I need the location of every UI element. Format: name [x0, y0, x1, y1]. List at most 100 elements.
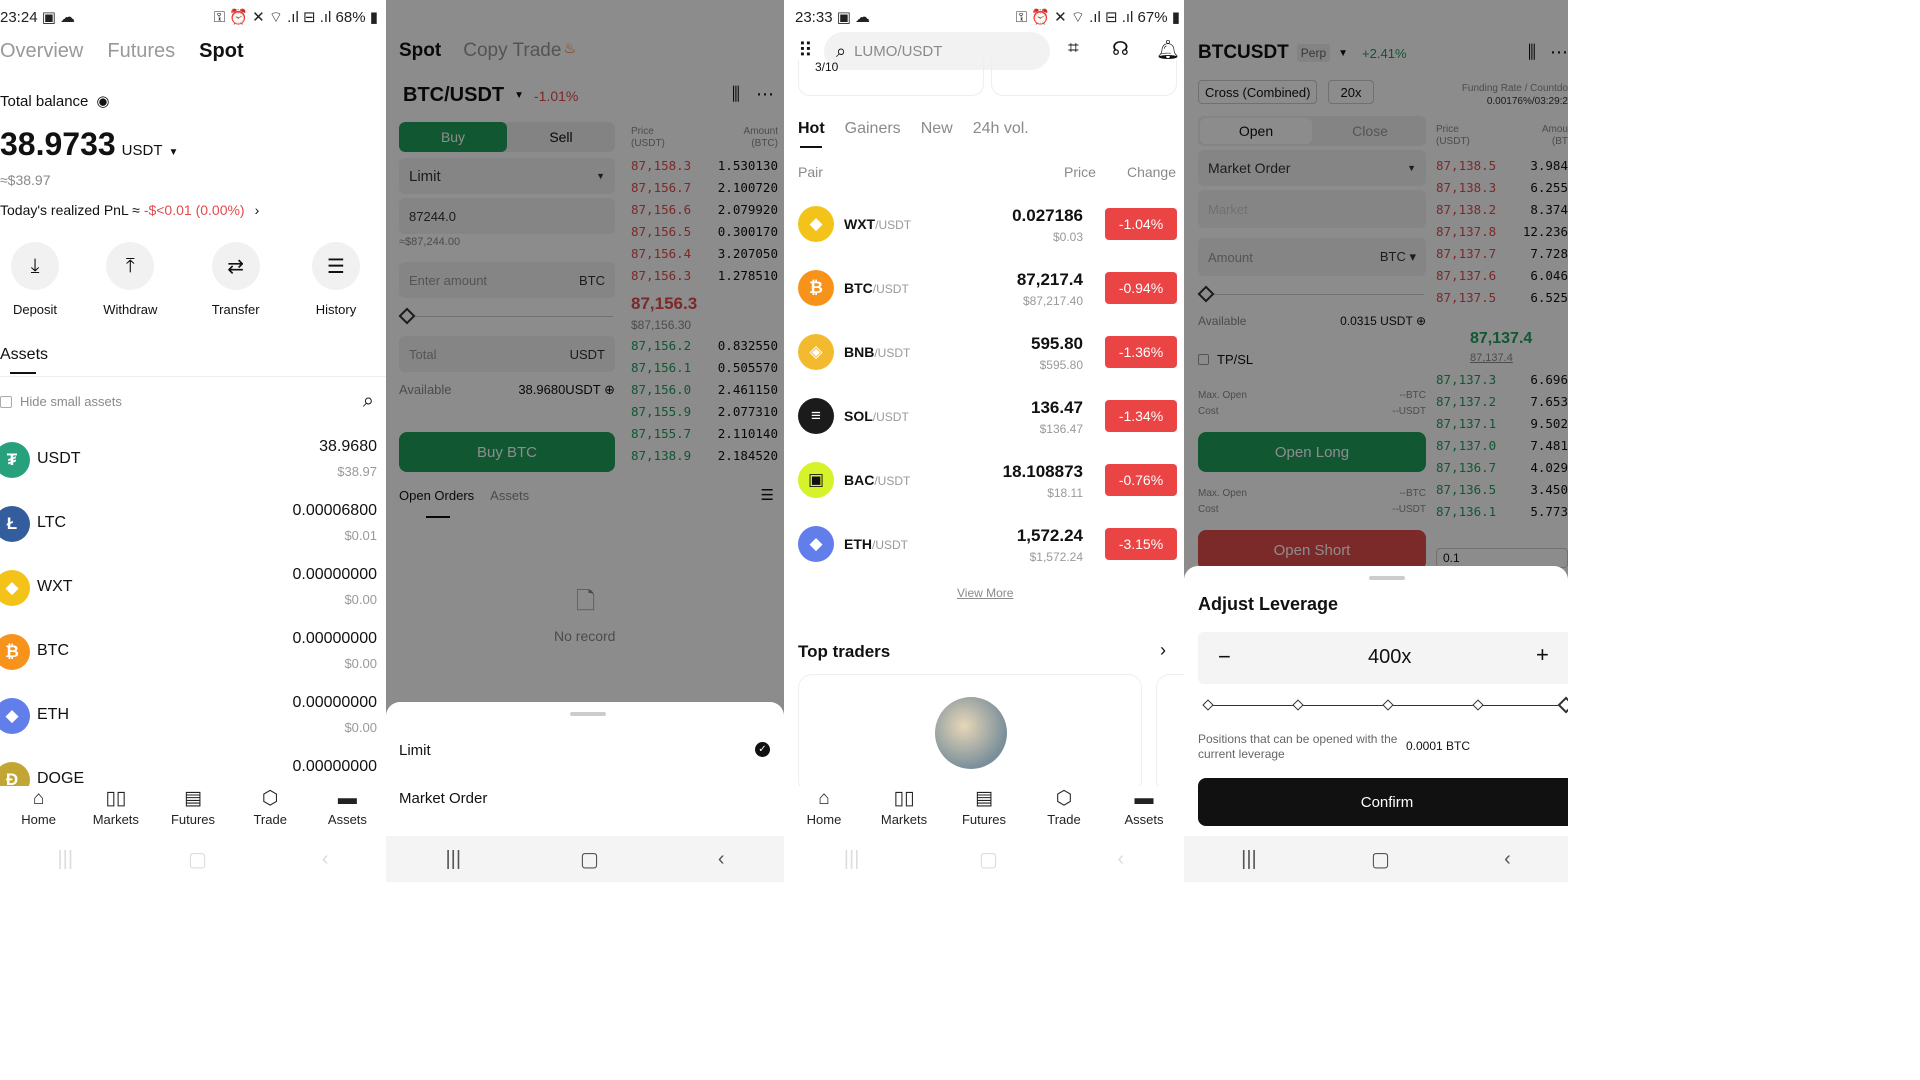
coin-icon: ◆ — [0, 570, 30, 606]
sheet-option-limit-label: Limit — [399, 742, 431, 759]
asset-row[interactable]: ₿ BTC 0.00000000 $0.00 — [0, 622, 386, 686]
nav-futures[interactable]: ▤ Futures — [944, 786, 1024, 836]
leverage-slider[interactable] — [1202, 696, 1568, 714]
home-button-icon[interactable]: ▢ — [188, 847, 207, 872]
battery-icon: ▮ — [1171, 9, 1180, 26]
nav-assets[interactable]: ▬ Assets — [309, 786, 386, 836]
back-icon[interactable]: ‹ — [322, 848, 329, 871]
tab-hot[interactable]: Hot — [798, 120, 825, 138]
sheet-option-market[interactable]: Market Order — [399, 790, 487, 807]
market-row[interactable]: ◈ BNB/USDT 595.80 $595.80 -1.36% — [798, 320, 1177, 384]
bell-icon[interactable]: 🔔︎ — [1156, 38, 1180, 62]
confirm-button[interactable]: Confirm — [1198, 778, 1568, 826]
system-nav-bar: ||| ▢ ‹ — [784, 836, 1184, 882]
balance-unit[interactable]: USDT — [122, 142, 163, 159]
chevron-right-icon[interactable]: › — [1160, 640, 1166, 661]
slider-thumb[interactable] — [1557, 696, 1568, 714]
sheet-handle[interactable] — [1369, 576, 1405, 580]
markets-icon: ▯▯ — [893, 788, 915, 809]
nav-home[interactable]: ⌂ Home — [0, 786, 77, 836]
pair-usd: $0.03 — [1052, 230, 1083, 244]
nav-markets[interactable]: ▯▯ Markets — [864, 786, 944, 836]
total-balance-label: Total balance — [0, 92, 89, 110]
back-icon[interactable]: ‹ — [1504, 848, 1511, 871]
chevron-down-icon[interactable]: ▼ — [169, 147, 179, 158]
deposit-label: Deposit — [12, 302, 58, 317]
view-more-link[interactable]: View More — [957, 586, 1013, 600]
system-nav-bar: ||| ▢ ‹ — [386, 836, 784, 882]
tab-futures[interactable]: Futures — [107, 40, 175, 63]
trader-card[interactable] — [798, 674, 1142, 794]
tab-overview[interactable]: Overview — [0, 40, 83, 63]
sheet-option-limit[interactable]: Limit ✓ — [399, 742, 770, 759]
status-bar: 23:24 ▣ ☁ — [0, 8, 75, 26]
pair-usd: $1,572.24 — [1029, 550, 1083, 564]
market-row[interactable]: ≡ SOL/USDT 136.47 $136.47 -1.34% — [798, 384, 1177, 448]
asset-amount: 0.00000000 — [292, 566, 377, 583]
nav-assets[interactable]: ▬ Assets — [1104, 786, 1184, 836]
nav-trade[interactable]: ⬡ Trade — [1024, 786, 1104, 836]
eye-icon[interactable]: ◉ — [96, 92, 109, 110]
chevron-right-icon[interactable]: › — [255, 202, 260, 218]
nav-markets[interactable]: ▯▯ Markets — [77, 786, 154, 836]
tab-new[interactable]: New — [921, 120, 953, 138]
deposit-button[interactable]: ⤓ Deposit — [0, 242, 70, 317]
tab-underline — [800, 146, 822, 148]
recents-icon[interactable]: ||| — [57, 848, 73, 871]
status-right: ⚿ ⏰ ✕ ⌔ .ıl ⊟ .ıl 67% ▮ — [1016, 8, 1180, 27]
market-row[interactable]: ◆ WXT/USDT 0.027186 $0.03 -1.04% — [798, 192, 1177, 256]
nav-home-label: Home — [806, 812, 842, 827]
asset-row[interactable]: ◆ WXT 0.00000000 $0.00 — [0, 558, 386, 622]
history-button[interactable]: ☰ History — [296, 242, 376, 317]
tab-gainers[interactable]: Gainers — [845, 120, 901, 138]
nav-futures-label: Futures — [170, 812, 216, 827]
asset-row[interactable]: Ł LTC 0.00006800 $0.01 — [0, 494, 386, 558]
tab-24h-vol[interactable]: 24h vol. — [973, 120, 1029, 138]
sheet-handle[interactable] — [570, 712, 606, 716]
pair-name: WXT/USDT — [844, 216, 911, 232]
coin-icon: ≡ — [798, 398, 834, 434]
banner-card[interactable]: 3/10 — [798, 60, 984, 96]
recents-icon[interactable]: ||| — [445, 848, 461, 871]
asset-row[interactable]: ◆ ETH 0.00000000 $0.00 — [0, 686, 386, 750]
withdraw-button[interactable]: ⤒ Withdraw — [85, 242, 175, 317]
asset-amount: 0.00000000 — [292, 694, 377, 711]
home-button-icon[interactable]: ▢ — [580, 847, 599, 872]
change-badge: -1.34% — [1105, 400, 1177, 432]
hide-small-checkbox[interactable] — [0, 395, 12, 408]
coin-icon: ◆ — [798, 206, 834, 242]
minus-button[interactable]: − — [1218, 644, 1231, 670]
nav-futures[interactable]: ▤ Futures — [154, 786, 231, 836]
asset-row[interactable]: ₮ USDT 38.9680 $38.97 — [0, 430, 386, 494]
banner-card-2[interactable] — [991, 60, 1177, 96]
search-icon[interactable]: ⌕ — [363, 390, 374, 413]
market-row[interactable]: ▣ BAC/USDT 18.108873 $18.11 -0.76% — [798, 448, 1177, 512]
scan-icon[interactable]: ⌗ — [1068, 38, 1079, 60]
market-row[interactable]: ₿ BTC/USDT 87,217.4 $87,217.40 -0.94% — [798, 256, 1177, 320]
nav-trade[interactable]: ⬡ Trade — [232, 786, 309, 836]
pair-price: 18.108873 — [1002, 462, 1083, 481]
pair-name: BNB/USDT — [844, 344, 910, 360]
trader-card-2[interactable] — [1156, 674, 1184, 794]
change-badge: -3.15% — [1105, 528, 1177, 560]
back-icon[interactable]: ‹ — [718, 848, 725, 871]
tab-spot[interactable]: Spot — [199, 40, 243, 63]
home-button-icon[interactable]: ▢ — [1371, 847, 1390, 872]
leverage-stepper[interactable]: − 400x + — [1198, 632, 1568, 684]
pair-usd: $136.47 — [1039, 422, 1083, 436]
assets-tab[interactable]: Assets — [0, 346, 48, 364]
headset-icon[interactable]: ☊ — [1112, 38, 1129, 61]
nav-home[interactable]: ⌂ Home — [784, 786, 864, 836]
plus-button[interactable]: + — [1536, 642, 1549, 668]
asset-name: LTC — [37, 514, 67, 531]
asset-usd: $0.00 — [344, 720, 377, 735]
recents-icon[interactable]: ||| — [844, 848, 860, 871]
search-icon: ⌕ — [836, 40, 847, 61]
market-row[interactable]: ◆ ETH/USDT 1,572.24 $1,572.24 -3.15% — [798, 512, 1177, 576]
home-button-icon[interactable]: ▢ — [979, 847, 998, 872]
pair-name: SOL/USDT — [844, 408, 909, 424]
back-icon[interactable]: ‹ — [1118, 848, 1125, 871]
top-traders-title: Top traders — [798, 642, 891, 661]
transfer-button[interactable]: ⇄ Transfer — [191, 242, 281, 317]
recents-icon[interactable]: ||| — [1241, 848, 1257, 871]
